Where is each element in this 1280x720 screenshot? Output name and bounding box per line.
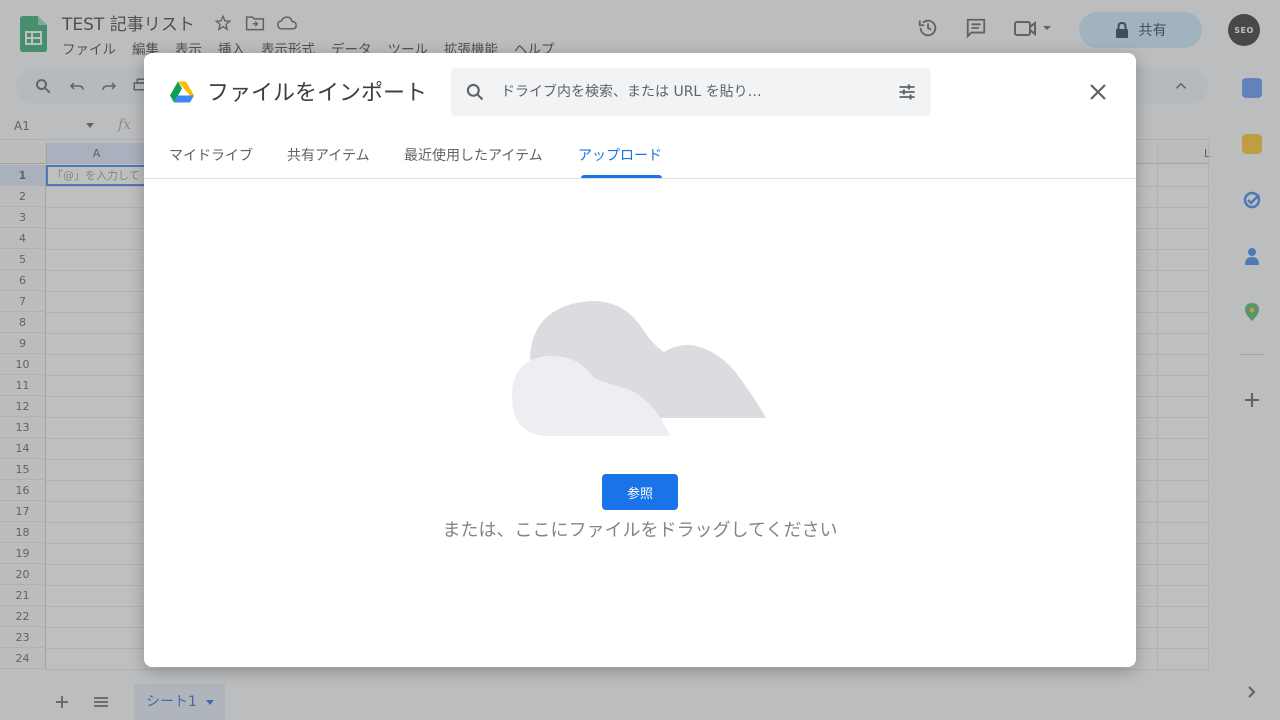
- active-tab-indicator: [581, 175, 662, 178]
- dialog-tabs: マイドライブ 共有アイテム 最近使用したアイテム アップロード: [144, 133, 1136, 179]
- tab-upload[interactable]: アップロード: [578, 145, 662, 179]
- cloud-upload-illustration: [512, 300, 766, 436]
- import-file-dialog: ファイルをインポート マイドライブ 共有アイテム 最近使用したアイテム アップロ…: [144, 53, 1136, 667]
- tab-my-drive[interactable]: マイドライブ: [169, 145, 253, 179]
- search-input[interactable]: [501, 68, 881, 116]
- browse-button[interactable]: 参照: [602, 474, 678, 510]
- tab-recent-items[interactable]: 最近使用したアイテム: [404, 145, 543, 179]
- close-button[interactable]: [1086, 80, 1110, 104]
- close-icon: [1090, 84, 1106, 100]
- drag-drop-hint: または、ここにファイルをドラッグしてください: [442, 520, 838, 541]
- dialog-title: ファイルをインポート: [207, 81, 428, 106]
- drive-search-box[interactable]: [451, 68, 931, 116]
- search-icon[interactable]: [465, 82, 485, 102]
- google-drive-icon: [170, 81, 194, 103]
- search-options-icon[interactable]: [897, 82, 917, 102]
- tab-shared-items[interactable]: 共有アイテム: [287, 145, 370, 179]
